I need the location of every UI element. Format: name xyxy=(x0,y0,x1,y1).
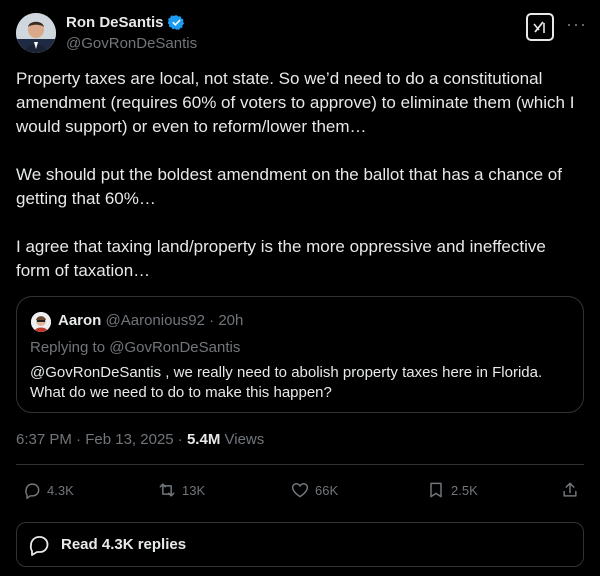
quote-author-avatar[interactable] xyxy=(31,312,51,332)
share-icon xyxy=(563,482,577,497)
author-handle[interactable]: @GovRonDeSantis xyxy=(66,35,197,52)
repost-icon xyxy=(159,483,175,497)
like-count: 66K xyxy=(315,482,339,498)
action-bar: 4.3K 13K 66K 2.5K xyxy=(0,476,600,506)
post-paragraph: Property taxes are local, not state. So … xyxy=(16,69,575,136)
post-meta: 6:37 PM · Feb 13, 2025 · 5.4M Views xyxy=(16,431,264,448)
grok-icon[interactable] xyxy=(526,13,554,41)
reply-count: 4.3K xyxy=(47,482,74,498)
post-date[interactable]: Feb 13, 2025 xyxy=(85,431,173,448)
like-button[interactable]: 66K xyxy=(290,480,338,500)
author-avatar[interactable] xyxy=(16,13,56,53)
share-button[interactable] xyxy=(560,480,585,500)
more-options-icon[interactable]: ··· xyxy=(566,14,587,35)
reply-icon xyxy=(25,483,40,500)
repost-button[interactable]: 13K xyxy=(157,480,205,500)
bookmark-button[interactable]: 2.5K xyxy=(426,480,478,500)
bookmark-count: 2.5K xyxy=(451,482,478,498)
post-paragraph: We should put the boldest amendment on t… xyxy=(16,165,562,208)
reply-button[interactable]: 4.3K xyxy=(22,480,74,500)
quote-separator: · xyxy=(209,312,215,329)
post-paragraph: I agree that taxing land/property is the… xyxy=(16,237,546,280)
chat-bubble-icon xyxy=(29,535,49,556)
read-replies-button[interactable]: Read 4.3K replies xyxy=(16,522,584,567)
quote-text: @GovRonDeSantis , we really need to abol… xyxy=(30,364,543,401)
post-text: Property taxes are local, not state. So … xyxy=(16,67,576,307)
verified-badge-icon xyxy=(167,14,185,31)
post-time[interactable]: 6:37 PM xyxy=(16,431,72,448)
quote-replying-to: Replying to @GovRonDeSantis xyxy=(30,339,241,356)
repost-count: 13K xyxy=(182,482,206,498)
author-name[interactable]: Ron DeSantis xyxy=(66,14,164,31)
heart-icon xyxy=(291,483,309,498)
quote-author-name[interactable]: Aaron xyxy=(58,312,101,329)
bookmark-icon xyxy=(430,482,442,498)
quoted-post[interactable]: Aaron @Aaronious92 · 20h Replying to @Go… xyxy=(16,296,584,413)
quote-time[interactable]: 20h xyxy=(218,312,243,329)
read-replies-label: Read 4.3K replies xyxy=(61,536,187,553)
meta-separator: · xyxy=(76,431,82,448)
author-name-row[interactable]: Ron DeSantis xyxy=(66,14,185,31)
quote-author-handle[interactable]: @Aaronious92 xyxy=(106,312,205,329)
meta-separator: · xyxy=(177,431,183,448)
views-count: 5.4M xyxy=(186,431,221,448)
divider xyxy=(16,464,584,465)
quote-header: Aaron @Aaronious92 · 20h xyxy=(58,312,243,329)
views-label: Views xyxy=(224,431,265,448)
